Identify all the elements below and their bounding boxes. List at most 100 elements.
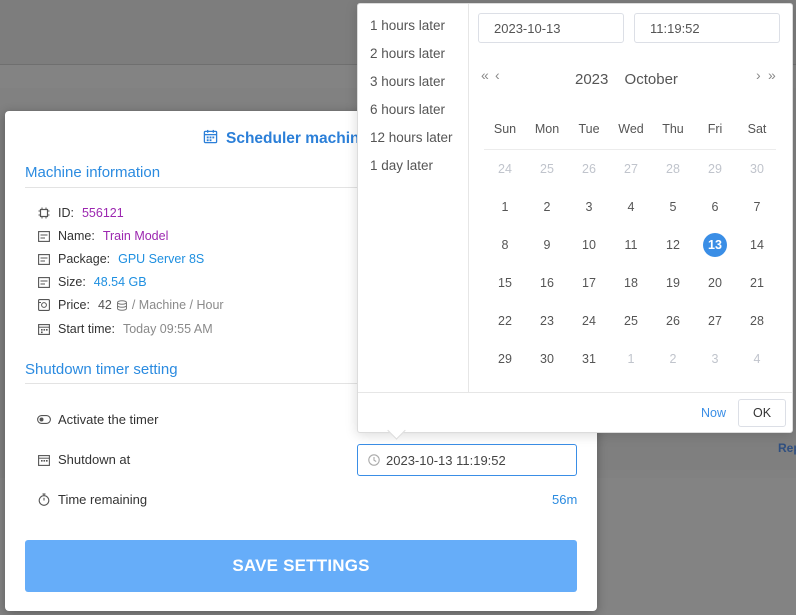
shortcut-1-hour[interactable]: 1 hours later [370, 18, 445, 33]
calendar-day[interactable]: 7 [736, 195, 778, 219]
calendar-day[interactable]: 4 [610, 195, 652, 219]
calendar-day-number: 22 [498, 314, 512, 328]
size-value: 48.54 GB [93, 275, 147, 289]
calendar-day-number: 26 [666, 314, 680, 328]
shortcut-3-hours[interactable]: 3 hours later [370, 74, 445, 89]
calendar-day[interactable]: 30 [526, 347, 568, 371]
stopwatch-icon [37, 493, 51, 507]
calendar-day-selected[interactable]: 13 [694, 233, 736, 257]
calendar-day[interactable]: 28 [736, 309, 778, 333]
weekday-divider [484, 149, 776, 150]
activate-timer-label: Activate the timer [58, 412, 159, 427]
calendar-day[interactable]: 19 [652, 271, 694, 295]
machine-info-heading: Machine information [25, 164, 161, 181]
year-month-label: 2023 October [575, 71, 690, 88]
calendar-day[interactable]: 29 [694, 157, 736, 181]
card-icon [37, 275, 51, 289]
calendar-day-number: 2 [669, 352, 677, 366]
calendar-day-number: 25 [624, 314, 638, 328]
calendar-day[interactable]: 28 [652, 157, 694, 181]
start-time-value: Today 09:55 AM [122, 322, 213, 336]
calendar-day[interactable]: 3 [568, 195, 610, 219]
calendar-day[interactable]: 6 [694, 195, 736, 219]
machine-price-row: Price: 42 / Machine / Hour [37, 298, 224, 312]
picker-time-input[interactable]: 11:19:52 [634, 13, 780, 43]
calendar-day[interactable]: 16 [526, 271, 568, 295]
calendar-day[interactable]: 2 [526, 195, 568, 219]
calendar-day[interactable]: 1 [610, 347, 652, 371]
calendar-day[interactable]: 29 [484, 347, 526, 371]
calendar-day-number: 3 [585, 200, 593, 214]
calendar-day[interactable]: 26 [652, 309, 694, 333]
machine-name-row: Name: Train Model [37, 229, 168, 243]
calendar-day[interactable]: 26 [568, 157, 610, 181]
calendar-day[interactable]: 21 [736, 271, 778, 295]
time-remaining-label: Time remaining [58, 492, 148, 507]
chip-icon [37, 206, 51, 220]
calendar-day[interactable]: 9 [526, 233, 568, 257]
calendar-day[interactable]: 27 [610, 157, 652, 181]
calendar-day[interactable]: 17 [568, 271, 610, 295]
year-label[interactable]: 2023 [575, 71, 608, 88]
calendar-day[interactable]: 23 [526, 309, 568, 333]
now-button[interactable]: Now [701, 406, 726, 420]
calendar-day-number: 19 [666, 276, 680, 290]
calendar-day-number: 21 [750, 276, 764, 290]
timer-setting-divider [25, 383, 365, 384]
shutdown-at-label: Shutdown at [58, 452, 131, 467]
calendar-day[interactable]: 25 [526, 157, 568, 181]
picker-shortcuts: 1 hours later 2 hours later 3 hours late… [358, 4, 469, 392]
shortcut-12-hours[interactable]: 12 hours later [370, 130, 453, 145]
calendar-day[interactable]: 14 [736, 233, 778, 257]
prev-year-button[interactable]: « [481, 67, 489, 83]
calendar-day[interactable]: 24 [568, 309, 610, 333]
calendar-day[interactable]: 20 [694, 271, 736, 295]
calendar-day[interactable]: 12 [652, 233, 694, 257]
calendar-day[interactable]: 15 [484, 271, 526, 295]
background-link[interactable]: Rep [778, 441, 796, 455]
machine-info-divider [25, 187, 365, 188]
calendar-day[interactable]: 22 [484, 309, 526, 333]
month-label[interactable]: October [625, 71, 678, 88]
calendar-day[interactable]: 11 [610, 233, 652, 257]
weekday-thu: Thu [662, 122, 684, 136]
calendar-day[interactable]: 31 [568, 347, 610, 371]
calendar-day[interactable]: 2 [652, 347, 694, 371]
calendar-day[interactable]: 4 [736, 347, 778, 371]
name-value: Train Model [102, 229, 169, 243]
time-remaining-value: 56m [552, 492, 578, 507]
calendar-day[interactable]: 8 [484, 233, 526, 257]
next-month-button[interactable]: › [756, 67, 760, 83]
calendar-day-number: 15 [498, 276, 512, 290]
save-settings-button[interactable]: SAVE SETTINGS [25, 540, 577, 592]
time-remaining-row: Time remaining [37, 492, 147, 507]
calendar-day[interactable]: 27 [694, 309, 736, 333]
calendar-day[interactable]: 18 [610, 271, 652, 295]
calendar-day-number: 5 [669, 200, 677, 214]
clock-icon [368, 454, 380, 466]
calendar-day[interactable]: 24 [484, 157, 526, 181]
calendar-day-number: 3 [711, 352, 719, 366]
calendar-day[interactable]: 5 [652, 195, 694, 219]
toggle-icon [37, 413, 51, 427]
picker-date-input[interactable]: 2023-10-13 [478, 13, 624, 43]
calendar-day-number: 14 [750, 238, 764, 252]
calendar-day[interactable]: 3 [694, 347, 736, 371]
calendar-day[interactable]: 10 [568, 233, 610, 257]
weekday-tue: Tue [578, 122, 600, 136]
calendar-day-number: 7 [753, 200, 761, 214]
next-year-button[interactable]: » [768, 67, 776, 83]
shortcut-2-hours[interactable]: 2 hours later [370, 46, 445, 61]
calendar-day[interactable]: 25 [610, 309, 652, 333]
coins-icon [116, 299, 128, 311]
ok-button[interactable]: OK [738, 399, 786, 427]
calendar-day-number: 4 [627, 200, 635, 214]
calendar-day[interactable]: 1 [484, 195, 526, 219]
shortcut-1-day[interactable]: 1 day later [370, 158, 433, 173]
shutdown-datetime-input[interactable]: 2023-10-13 11:19:52 [357, 444, 577, 476]
calendar-day-number: 28 [750, 314, 764, 328]
calendar-day-number: 28 [666, 162, 680, 176]
calendar-day[interactable]: 30 [736, 157, 778, 181]
prev-month-button[interactable]: ‹ [495, 67, 499, 83]
shortcut-6-hours[interactable]: 6 hours later [370, 102, 445, 117]
